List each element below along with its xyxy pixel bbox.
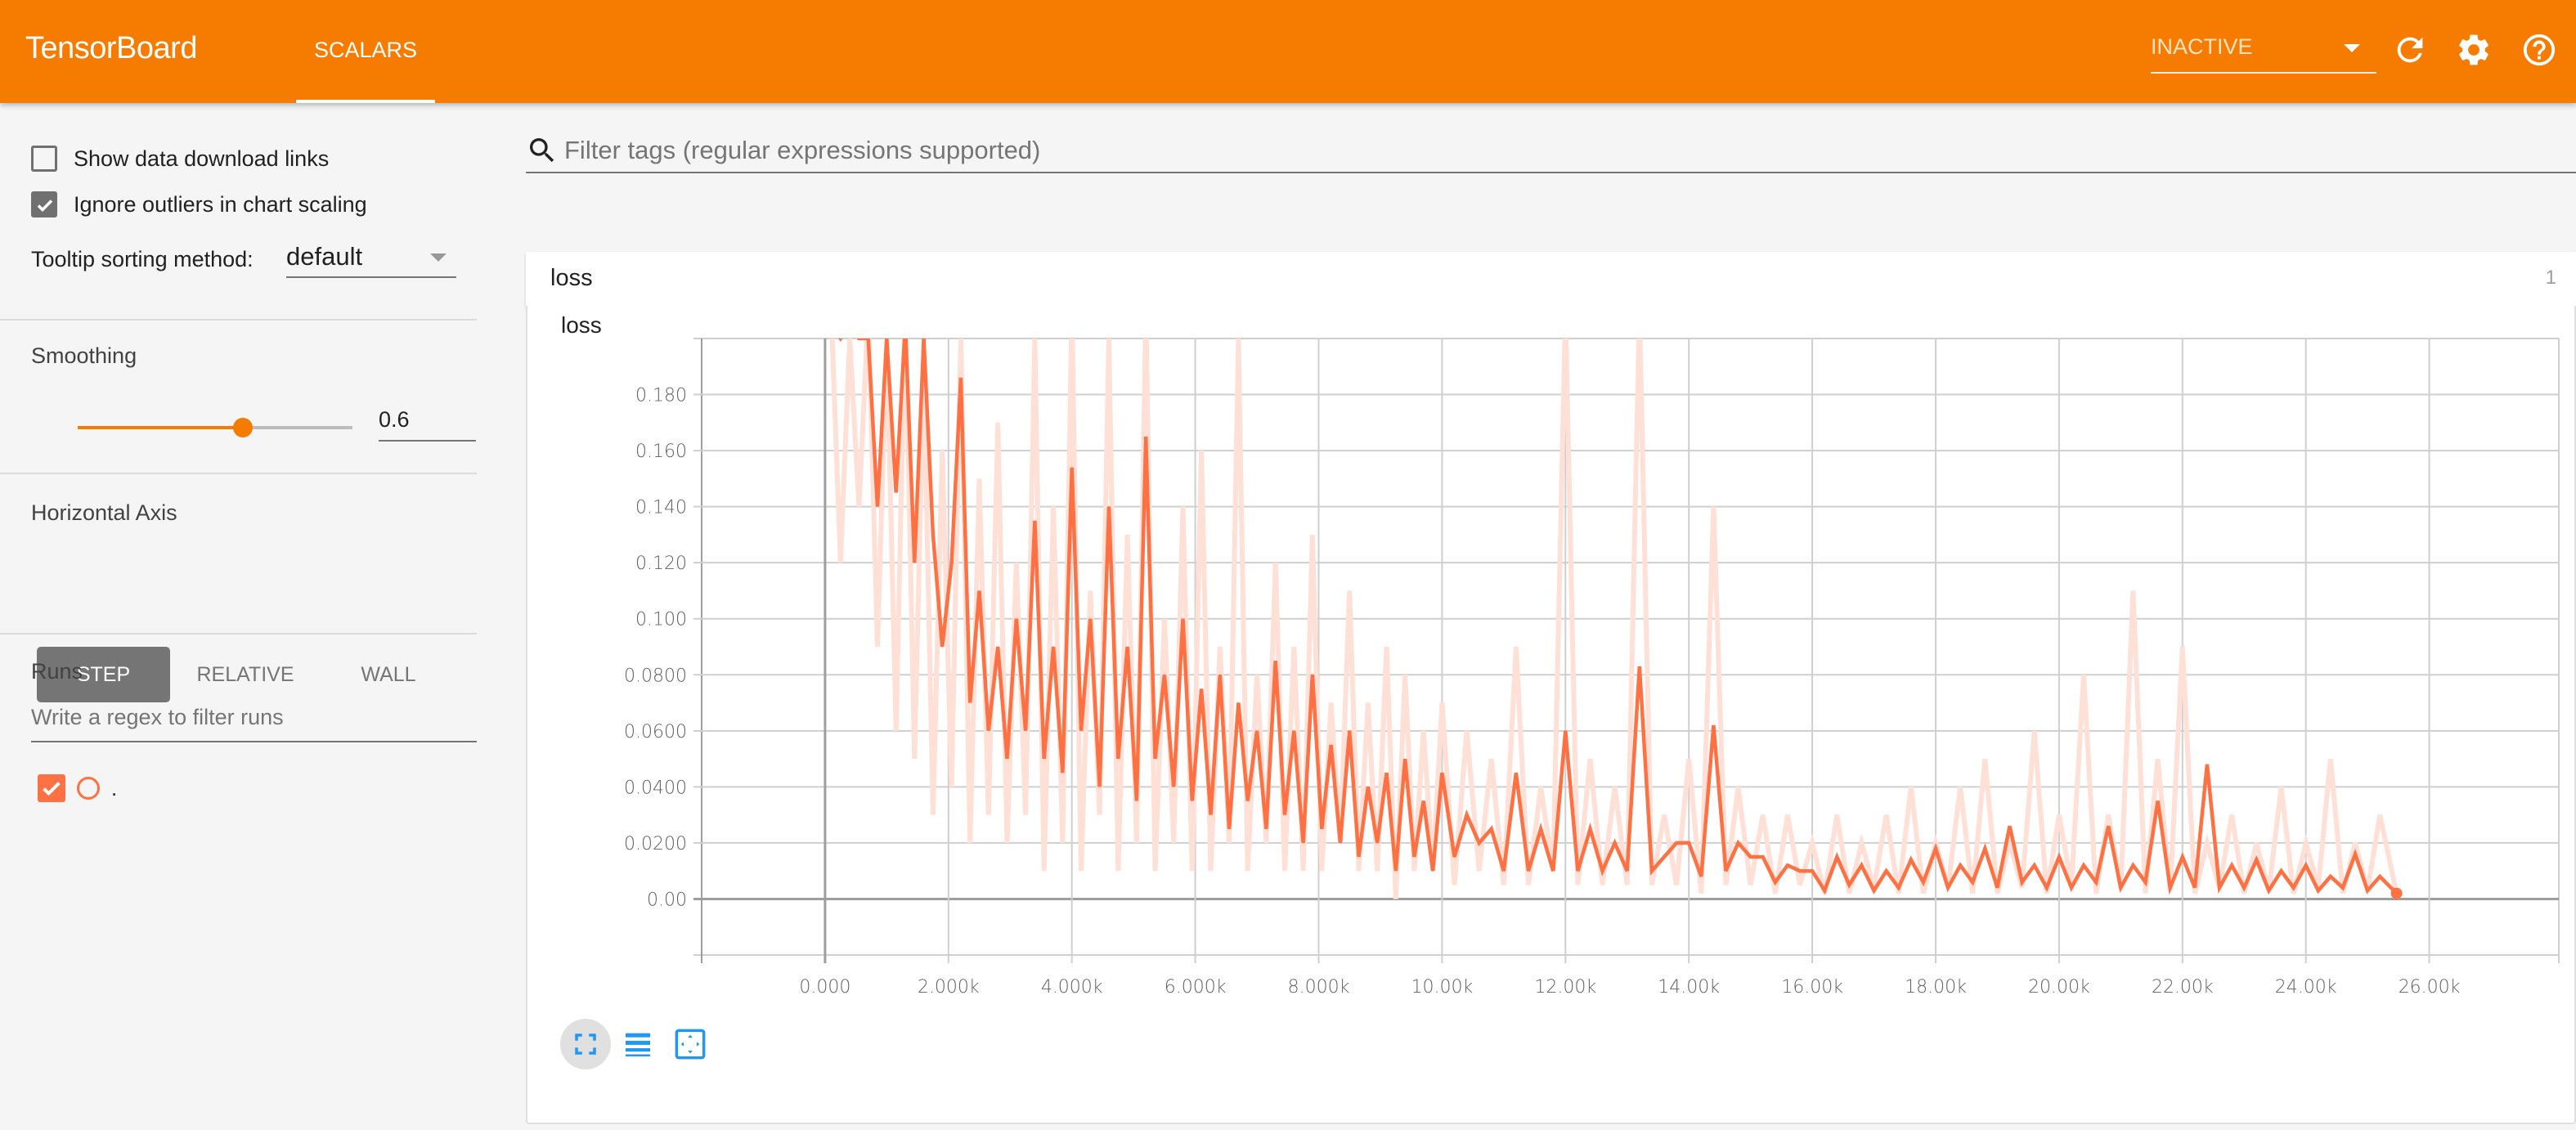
plugin-status-value: INACTIVE: [2151, 34, 2253, 59]
ignore-outliers-checkbox[interactable]: [31, 191, 57, 217]
run-item[interactable]: .: [38, 772, 117, 805]
x-tick-label: 18.00k: [1905, 977, 1967, 998]
x-tick-label: 26.00k: [2399, 977, 2461, 998]
plugin-status-select[interactable]: INACTIVE: [2151, 31, 2376, 74]
x-tick-label: 24.00k: [2275, 977, 2337, 998]
help-button[interactable]: [2520, 31, 2558, 69]
checkmark-icon: [43, 782, 61, 796]
refresh-icon: [2397, 37, 2423, 63]
tooltip-sorting-value: default: [286, 242, 363, 271]
tab-scalars[interactable]: SCALARS: [296, 0, 435, 103]
axis-wall-button[interactable]: WALL: [327, 647, 450, 702]
section-divider: [0, 633, 477, 635]
run-name: .: [111, 775, 118, 800]
last-point-marker: [2390, 887, 2403, 899]
x-tick-label: 8.000k: [1288, 977, 1350, 998]
y-tick-label: 0.180: [635, 386, 687, 406]
chart-toolbar: [560, 1019, 717, 1069]
y-tick-label: 0.0400: [624, 778, 687, 798]
smoothing-slider[interactable]: [78, 415, 352, 440]
loss-chart[interactable]: 0.00 0.0200 0.0400 0.0600 0.0800 0.100 0.120 0.…: [527, 306, 2576, 1009]
section-divider: [0, 473, 477, 474]
x-tick-label: 22.00k: [2152, 977, 2214, 998]
x-tick-label: 12.00k: [1534, 977, 1596, 998]
show-download-links-checkbox[interactable]: [31, 146, 57, 172]
category-name: loss: [550, 265, 593, 291]
runs-filter-input[interactable]: Write a regex to filter runs: [31, 698, 477, 742]
scalar-chart-card: loss 0.00 0.0200 0.0400 0.0600 0.0800 0.100 0.…: [526, 306, 2576, 1124]
y-tick-label: 0.0200: [624, 834, 687, 854]
slider-knob[interactable]: [232, 418, 253, 437]
x-tick-label: 16.00k: [1781, 977, 1843, 998]
category-count: 1: [2545, 267, 2556, 289]
log-scale-icon: [626, 1033, 650, 1056]
x-tick-label: 14.00k: [1658, 977, 1720, 998]
help-icon: [2523, 34, 2556, 66]
tab-scalars-label: SCALARS: [313, 38, 418, 62]
tag-filter-placeholder: Filter tags (regular expressions support…: [564, 136, 1041, 164]
ignore-outliers-label: Ignore outliers in chart scaling: [74, 191, 367, 217]
tooltip-sorting-label: Tooltip sorting method:: [31, 247, 254, 271]
top-bar: TensorBoard SCALARS INACTIVE: [0, 0, 2576, 103]
runs-filter-placeholder: Write a regex to filter runs: [31, 705, 284, 729]
slider-fill: [78, 426, 243, 429]
smoothing-title: Smoothing: [31, 343, 137, 368]
checkmark-icon: [37, 200, 53, 212]
tooltip-sorting-select[interactable]: default: [286, 239, 456, 278]
run-color-swatch[interactable]: [77, 777, 100, 800]
y-tick-label: 0.0600: [624, 722, 687, 742]
x-tick-label: 10.00k: [1411, 977, 1474, 998]
chevron-down-icon: [2344, 44, 2360, 52]
y-tick-label: 0.0800: [624, 666, 687, 686]
expand-chart-button[interactable]: [665, 1019, 716, 1069]
sidebar: Show data download links Ignore outliers…: [0, 103, 477, 1130]
horizontal-axis-title: Horizontal Axis: [31, 500, 177, 525]
search-icon: [530, 138, 554, 163]
x-tick-label: 4.000k: [1041, 977, 1103, 998]
fit-domain-icon: [575, 1034, 596, 1055]
settings-button[interactable]: [2455, 31, 2493, 69]
ignore-outliers-toggle[interactable]: Ignore outliers in chart scaling: [31, 188, 367, 221]
y-tick-label: 0.140: [635, 498, 687, 518]
active-tab-indicator: [296, 100, 435, 103]
x-tick-label: 0.000: [799, 977, 850, 998]
app-title: TensorBoard: [25, 31, 197, 65]
x-tick-label: 20.00k: [2028, 977, 2090, 998]
axis-relative-button[interactable]: RELATIVE: [180, 647, 311, 702]
log-scale-button[interactable]: [613, 1019, 663, 1069]
smoothing-value: 0.6: [379, 407, 410, 432]
refresh-button[interactable]: [2391, 31, 2429, 69]
fit-domain-button[interactable]: [560, 1019, 611, 1069]
x-tick-label: 6.000k: [1165, 977, 1227, 998]
run-checkbox[interactable]: [38, 774, 65, 802]
show-download-links-toggle[interactable]: Show data download links: [31, 142, 329, 175]
show-download-links-label: Show data download links: [74, 146, 330, 171]
chevron-down-icon: [430, 253, 447, 262]
settings-icon: [2459, 34, 2488, 65]
y-tick-label: 0.00: [647, 890, 687, 910]
runs-title: Runs: [31, 659, 83, 684]
section-divider: [0, 319, 477, 321]
y-tick-label: 0.100: [635, 610, 687, 630]
x-tick-label: 2.000k: [918, 977, 980, 998]
y-tick-label: 0.120: [635, 554, 687, 574]
expand-icon: [675, 1029, 706, 1060]
smoothing-value-input[interactable]: 0.6: [379, 399, 476, 442]
y-tick-label: 0.160: [635, 442, 687, 462]
category-header-loss[interactable]: loss 1: [526, 252, 2576, 306]
tag-filter-input[interactable]: Filter tags (regular expressions support…: [526, 129, 2576, 173]
